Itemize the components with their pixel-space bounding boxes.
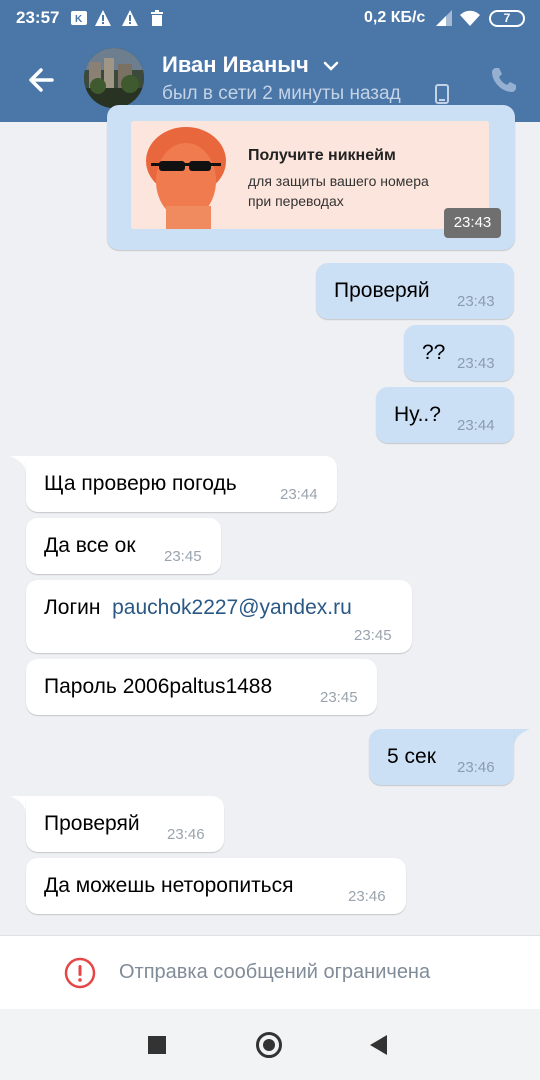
back-arrow-icon[interactable] bbox=[22, 60, 62, 100]
messaging-restricted-bar: Отправка сообщений ограничена bbox=[0, 935, 540, 1009]
nav-home-icon[interactable] bbox=[256, 1032, 282, 1058]
status-time: 23:57 bbox=[16, 8, 60, 27]
trash-icon bbox=[151, 10, 163, 26]
message-bubble-incoming[interactable]: Проверяй 23:46 bbox=[26, 796, 224, 852]
contact-name[interactable]: Иван Иваныч bbox=[162, 52, 309, 78]
message-label: Логин bbox=[44, 596, 101, 619]
message-time: 23:46 bbox=[167, 826, 205, 843]
message-text: Да все ок bbox=[44, 534, 136, 557]
message-time: 23:44 bbox=[457, 417, 495, 434]
message-text: 5 сек bbox=[387, 745, 436, 768]
restriction-text: Отправка сообщений ограничена bbox=[119, 961, 431, 983]
message-icon: K bbox=[71, 11, 87, 25]
promo-line-2: при переводах bbox=[248, 193, 344, 209]
alert-icon bbox=[95, 10, 111, 26]
promo-title: Получите никнейм bbox=[248, 147, 396, 164]
message-time: 23:43 bbox=[457, 355, 495, 372]
message-time: 23:45 bbox=[164, 548, 202, 565]
message-time: 23:43 bbox=[457, 293, 495, 310]
message-time: 23:46 bbox=[457, 759, 495, 776]
message-time: 23:45 bbox=[320, 689, 358, 706]
mobile-phone-icon bbox=[435, 84, 449, 104]
network-speed: 0,2 КБ/с bbox=[364, 9, 426, 26]
message-bubble-incoming[interactable]: Пароль 2006paltus1488 23:45 bbox=[26, 659, 377, 715]
message-time: 23:44 bbox=[280, 486, 318, 503]
last-seen-status: был в сети 2 минуты назад bbox=[162, 83, 401, 104]
nav-recents-icon[interactable] bbox=[148, 1036, 166, 1054]
message-bubble-incoming[interactable]: Да можешь неторопиться 23:46 bbox=[26, 858, 406, 914]
nav-back-icon[interactable] bbox=[370, 1035, 387, 1055]
promo-line-1: для защиты вашего номера bbox=[248, 173, 429, 189]
message-bubble-incoming[interactable]: Логин pauchok2227@yandex.ru 23:45 bbox=[26, 580, 412, 653]
chevron-down-icon[interactable] bbox=[322, 58, 340, 74]
message-bubble-outgoing[interactable]: Проверяй 23:43 bbox=[316, 263, 514, 319]
system-nav-bar bbox=[0, 1009, 540, 1080]
message-text: Пароль 2006paltus1488 bbox=[44, 675, 273, 698]
message-text: Проверяй bbox=[334, 279, 430, 302]
message-text: Да можешь неторопиться bbox=[44, 874, 294, 897]
message-text: Ну..? bbox=[394, 403, 441, 426]
signal-icon bbox=[436, 10, 452, 26]
message-time: 23:45 bbox=[354, 627, 392, 644]
call-icon[interactable] bbox=[488, 64, 520, 96]
message-time: 23:46 bbox=[348, 888, 386, 905]
svg-text:K: K bbox=[75, 14, 83, 25]
message-text: ?? bbox=[422, 341, 446, 364]
promo-banner[interactable]: Получите никнейм для защиты вашего номер… bbox=[131, 121, 489, 229]
bubble-tail bbox=[512, 729, 530, 747]
top-bar: 23:57 K 0,2 КБ/с 7 Иван Иваныч был в сет… bbox=[0, 0, 540, 122]
battery-icon: 7 bbox=[489, 10, 525, 27]
message-text: Ща проверю погодь bbox=[44, 472, 237, 495]
message-bubble-outgoing[interactable]: Ну..? 23:44 bbox=[376, 387, 514, 443]
email-link[interactable]: pauchok2227@yandex.ru bbox=[112, 596, 352, 619]
message-text: Логин pauchok2227@yandex.ru bbox=[44, 596, 352, 620]
message-bubble-incoming[interactable]: Ща проверю погодь 23:44 bbox=[26, 456, 337, 512]
alert-icon bbox=[122, 10, 138, 26]
message-bubble-incoming[interactable]: Да все ок 23:45 bbox=[26, 518, 221, 574]
promo-time: 23:43 bbox=[444, 208, 501, 238]
avatar-image bbox=[84, 48, 144, 108]
wifi-icon bbox=[460, 10, 480, 26]
message-text: Проверяй bbox=[44, 812, 140, 835]
message-bubble-outgoing[interactable]: 5 сек 23:46 bbox=[369, 729, 514, 785]
status-bar: 23:57 K 0,2 КБ/с 7 bbox=[0, 0, 540, 36]
message-bubble-outgoing[interactable]: ?? 23:43 bbox=[404, 325, 514, 381]
avatar[interactable] bbox=[84, 48, 144, 108]
warning-icon bbox=[64, 957, 96, 989]
